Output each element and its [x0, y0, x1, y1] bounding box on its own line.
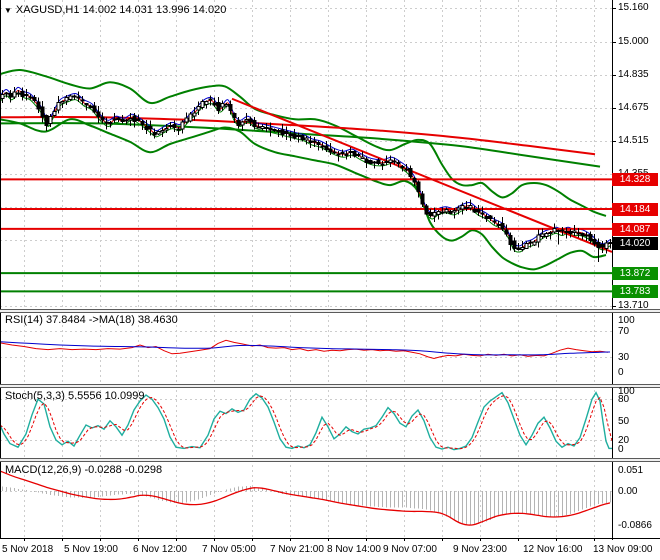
time-axis-label[interactable]: 6 Nov 12:00 [133, 544, 187, 555]
price-tick-label[interactable]: 15.160 [618, 2, 658, 14]
rsi-ma-line [0, 342, 610, 355]
time-axis-label[interactable]: 13 Nov 09:00 [593, 544, 653, 555]
price-tick-label[interactable]: 15.000 [618, 36, 658, 48]
time-axis-label[interactable]: 8 Nov 14:00 [327, 544, 381, 555]
stoch-scale-label[interactable]: 0 [618, 444, 624, 455]
time-axis-label[interactable]: 9 Nov 23:00 [453, 544, 507, 555]
stoch-scale-label[interactable]: 50 [618, 416, 629, 427]
panel-separator[interactable] [0, 384, 660, 388]
longterm-green-ma[interactable] [0, 123, 600, 167]
ohlc-values: 14.002 14.031 13.996 14.020 [83, 4, 227, 16]
time-axis-label[interactable]: 12 Nov 16:00 [523, 544, 583, 555]
price-level-badge: 14.087 [612, 223, 658, 236]
rsi-scale-label[interactable]: 30 [618, 352, 629, 363]
macd-panel-label: MACD(12,26,9) -0.0288 -0.0298 [5, 464, 162, 476]
price-tick-label[interactable]: 13.710 [618, 300, 658, 312]
rsi-panel-label: RSI(14) 37.8484 ->MA(18) 38.4630 [5, 314, 178, 326]
chart-header: ▼ XAGUSD,H1 14.002 14.031 13.996 14.020 [4, 4, 226, 16]
price-tick-label[interactable]: 14.835 [618, 69, 658, 81]
price-tick-label[interactable]: 14.515 [618, 135, 658, 147]
rsi-scale-label[interactable]: 0 [618, 367, 624, 378]
panel-separator[interactable] [0, 458, 660, 462]
chart-canvas[interactable] [0, 0, 660, 560]
price-level-badge: 14.020 [612, 237, 658, 250]
time-axis-label[interactable]: 7 Nov 05:00 [202, 544, 256, 555]
symbol-period-label: XAGUSD,H1 [16, 4, 80, 16]
bollinger-upper-band [0, 70, 606, 216]
macd-scale-label[interactable]: -0.0866 [618, 520, 652, 531]
macd-scale-label[interactable]: 0.00 [618, 486, 637, 497]
time-axis-label[interactable]: 5 Nov 2018 [2, 544, 53, 555]
price-level-badge: 13.872 [612, 267, 658, 280]
price-level-badge: 14.328 [612, 173, 658, 186]
symbol-dropdown-icon[interactable]: ▼ [4, 6, 12, 15]
rsi-scale-label[interactable]: 70 [618, 326, 629, 337]
rsi-scale-label[interactable]: 100 [618, 315, 635, 326]
main-chart[interactable] [0, 70, 612, 291]
macd-panel[interactable] [0, 471, 611, 525]
macd-histogram [3, 486, 611, 525]
time-axis-label[interactable]: 9 Nov 07:00 [383, 544, 437, 555]
chart-window: ▼ XAGUSD,H1 14.002 14.031 13.996 14.020 R… [0, 0, 660, 560]
time-axis-label[interactable]: 7 Nov 21:00 [270, 544, 324, 555]
stoch-scale-label[interactable]: 80 [618, 394, 629, 405]
stoch-panel-label: Stoch(5,3,3) 5.5556 10.0999 [5, 390, 144, 402]
panel-separator[interactable] [0, 309, 660, 313]
price-level-badge: 14.184 [612, 203, 658, 216]
time-axis-label[interactable]: 5 Nov 19:00 [64, 544, 118, 555]
rsi-line [0, 340, 608, 358]
price-level-badge: 13.783 [612, 285, 658, 298]
price-tick-label[interactable]: 14.675 [618, 102, 658, 114]
macd-scale-label[interactable]: 0.051 [618, 465, 643, 476]
